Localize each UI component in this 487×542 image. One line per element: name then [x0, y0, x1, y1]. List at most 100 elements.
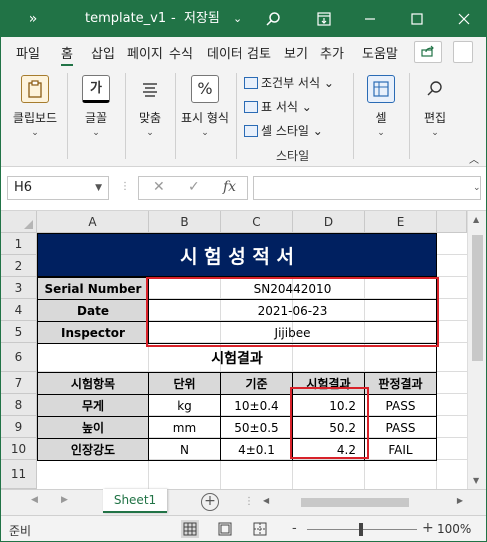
sheet-tab-sheet1[interactable]: Sheet1: [103, 489, 167, 513]
editing-group[interactable]: 편집 ⌄: [417, 75, 453, 138]
scroll-left-icon[interactable]: ◀: [31, 495, 38, 505]
name-box[interactable]: H6 ▼: [7, 176, 109, 200]
table-cell[interactable]: 10±0.4: [220, 394, 293, 417]
row-header[interactable]: 9: [1, 416, 37, 438]
chevron-down-icon[interactable]: ▼: [95, 177, 102, 199]
formula-input[interactable]: [253, 176, 481, 200]
scroll-down-icon[interactable]: ▼: [473, 476, 479, 485]
vertical-scrollbar[interactable]: ▲ ▼: [467, 211, 486, 489]
horizontal-scrollbar[interactable]: ◀ ▶: [263, 496, 463, 509]
worksheet-grid[interactable]: A B C D E 1 2 3 4 5 6 7 8 9 10 11 시 험 성 …: [1, 211, 486, 489]
row-header[interactable]: 1: [1, 233, 37, 255]
share-button[interactable]: [414, 41, 442, 63]
row-header[interactable]: 3: [1, 277, 37, 299]
tab-home[interactable]: 홈: [61, 43, 73, 66]
tab-page-layout[interactable]: 페이지: [127, 43, 163, 62]
page-layout-view-icon[interactable]: [216, 520, 234, 538]
column-header-c[interactable]: C: [221, 211, 293, 233]
close-icon[interactable]: [452, 1, 476, 37]
table-cell[interactable]: 4±0.1: [220, 438, 293, 461]
column-header-f[interactable]: [437, 211, 467, 233]
serial-number-label-cell[interactable]: Serial Number: [37, 277, 149, 300]
column-header-b[interactable]: B: [149, 211, 221, 233]
file-name[interactable]: template_v1: [85, 1, 166, 37]
zoom-out-button[interactable]: -: [292, 521, 297, 536]
table-cell[interactable]: 높이: [37, 416, 149, 439]
column-header-e[interactable]: E: [365, 211, 437, 233]
search-icon[interactable]: [261, 1, 285, 37]
page-break-view-icon[interactable]: [251, 520, 269, 538]
header-cell-item[interactable]: 시험항목: [37, 372, 149, 395]
clipboard-group[interactable]: 클립보드 ⌄: [9, 75, 61, 138]
cells-group[interactable]: 셀 ⌄: [363, 75, 399, 138]
insert-function-icon[interactable]: fx: [223, 179, 236, 195]
select-all-button[interactable]: [1, 211, 37, 233]
row-header[interactable]: 2: [1, 255, 37, 277]
row-header[interactable]: 4: [1, 299, 37, 321]
tab-review[interactable]: 검토: [247, 43, 271, 62]
table-cell[interactable]: 무게: [37, 394, 149, 417]
header-cell-criteria[interactable]: 기준: [220, 372, 293, 395]
chevron-down-icon[interactable]: ⌄: [233, 1, 242, 37]
zoom-slider-thumb[interactable]: [359, 523, 363, 536]
tab-formulas[interactable]: 수식: [169, 43, 193, 62]
tab-data[interactable]: 데이터: [207, 43, 241, 62]
result-title-cell[interactable]: 시험결과: [37, 343, 437, 373]
tab-view[interactable]: 보기: [284, 43, 308, 62]
ribbon-display-icon[interactable]: [312, 1, 336, 37]
format-as-table-button[interactable]: 표 서식 ⌄: [244, 98, 312, 115]
table-cell[interactable]: kg: [148, 394, 221, 417]
row-header[interactable]: 6: [1, 343, 37, 372]
comments-button[interactable]: [453, 41, 473, 63]
enter-icon[interactable]: ✓: [188, 179, 200, 195]
tab-addins[interactable]: 추가: [320, 43, 344, 62]
scroll-up-icon[interactable]: ▲: [473, 215, 479, 224]
column-header-a[interactable]: A: [37, 211, 149, 233]
table-cell[interactable]: 50±0.5: [220, 416, 293, 439]
cancel-icon[interactable]: ✕: [153, 179, 165, 195]
chevron-down-icon: ⌄: [431, 128, 439, 138]
minimize-icon[interactable]: [358, 1, 382, 37]
scroll-left-icon[interactable]: ◀: [263, 496, 269, 505]
zoom-level[interactable]: 100%: [437, 522, 471, 536]
scrollbar-thumb[interactable]: [472, 235, 483, 361]
font-group[interactable]: 가 글꼴 ⌄: [74, 75, 118, 138]
scrollbar-thumb[interactable]: [301, 498, 409, 507]
cell-styles-button[interactable]: 셀 스타일 ⌄: [244, 122, 323, 139]
tab-file[interactable]: 파일: [16, 43, 40, 62]
table-cell[interactable]: PASS: [364, 416, 437, 439]
quick-access-icon[interactable]: »: [23, 1, 43, 37]
normal-view-icon[interactable]: [181, 520, 199, 538]
chevron-up-icon[interactable]: ︿: [469, 151, 479, 166]
row-header[interactable]: 5: [1, 321, 37, 343]
header-cell-unit[interactable]: 단위: [148, 372, 221, 395]
chevron-down-icon[interactable]: ⌄: [473, 183, 481, 193]
alignment-group[interactable]: 맞춤 ⌄: [132, 75, 168, 138]
row-header[interactable]: 10: [1, 438, 37, 460]
table-cell[interactable]: mm: [148, 416, 221, 439]
drag-handle-icon[interactable]: ⋮: [244, 496, 254, 507]
table-cell[interactable]: 인장강도: [37, 438, 149, 461]
row-header[interactable]: 11: [1, 460, 37, 489]
conditional-format-button[interactable]: 조건부 서식 ⌄: [244, 74, 334, 91]
scroll-right-icon[interactable]: ▶: [457, 496, 463, 505]
number-format-group[interactable]: % 표시 형식 ⌄: [181, 75, 229, 138]
inspector-label-cell[interactable]: Inspector: [37, 321, 149, 344]
column-header-d[interactable]: D: [293, 211, 365, 233]
drag-handle-icon[interactable]: ⋮: [120, 181, 131, 192]
tab-help[interactable]: 도움말: [362, 43, 400, 62]
row-header[interactable]: 7: [1, 372, 37, 394]
scroll-right-icon[interactable]: ▶: [61, 495, 68, 505]
maximize-icon[interactable]: [405, 1, 429, 37]
cell-styles-icon: [244, 125, 258, 137]
row-header[interactable]: 8: [1, 394, 37, 416]
report-title-cell[interactable]: 시 험 성 적 서: [37, 233, 437, 277]
tab-insert[interactable]: 삽입: [91, 43, 115, 62]
add-sheet-button[interactable]: +: [201, 493, 219, 511]
zoom-in-button[interactable]: +: [422, 520, 434, 536]
table-cell[interactable]: PASS: [364, 394, 437, 417]
table-cell[interactable]: FAIL: [364, 438, 437, 461]
header-cell-judgement[interactable]: 판정결과: [364, 372, 437, 395]
date-label-cell[interactable]: Date: [37, 299, 149, 322]
table-cell[interactable]: N: [148, 438, 221, 461]
